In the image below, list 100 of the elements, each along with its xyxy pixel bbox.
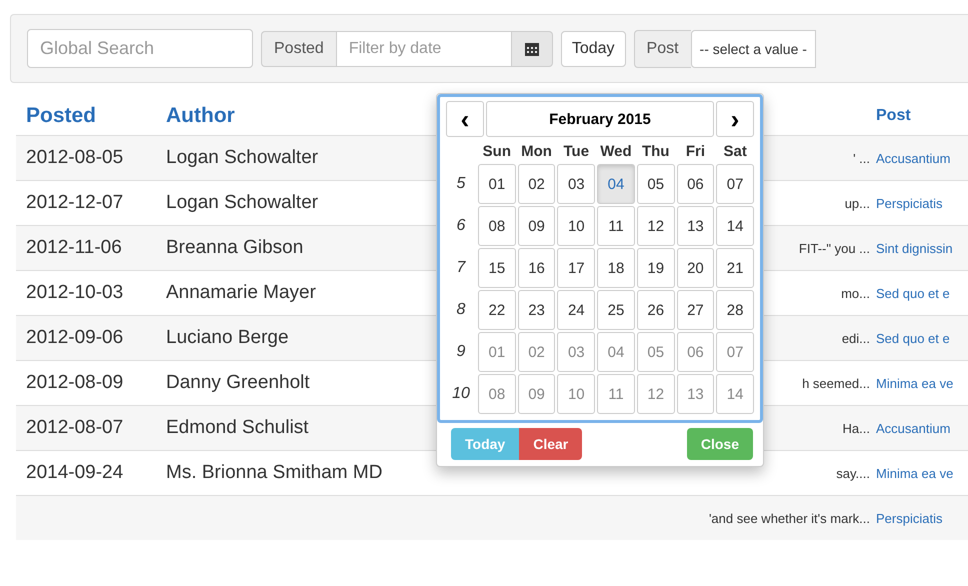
day-button[interactable]: 06 (676, 164, 714, 204)
day-button[interactable]: 04 (597, 164, 635, 204)
day-button[interactable]: 03 (557, 164, 596, 204)
day-button[interactable]: 19 (636, 248, 675, 288)
day-button[interactable]: 11 (597, 374, 635, 414)
day-button[interactable]: 09 (518, 374, 556, 414)
calendar-icon (524, 40, 540, 56)
column-header[interactable]: Author (166, 104, 426, 128)
post-link[interactable]: Sed quo et e (876, 330, 950, 346)
day-button[interactable]: 11 (597, 206, 635, 246)
weekday-label: Wed (599, 142, 633, 162)
table-cell: say.... (836, 466, 870, 480)
day-button[interactable]: 25 (597, 290, 635, 330)
post-link[interactable]: Minima ea ve (876, 376, 954, 390)
table-cell: 2012-08-09 (26, 372, 124, 393)
day-button[interactable]: 14 (716, 374, 754, 414)
day-button[interactable]: 01 (478, 164, 516, 204)
day-button[interactable]: 08 (478, 374, 516, 414)
day-button[interactable]: 09 (518, 206, 556, 246)
week-number: 10 (451, 384, 471, 404)
weekday-label: Thu (640, 142, 670, 162)
table-cell: FIT--" you ... (798, 240, 870, 256)
table-cell: Annamarie Mayer (166, 282, 316, 303)
day-button[interactable]: 10 (557, 374, 596, 414)
day-button[interactable]: 12 (636, 374, 675, 414)
table-cell: 2012-08-05 (26, 147, 124, 168)
day-button[interactable]: 08 (478, 206, 516, 246)
column-header[interactable]: Posted (16, 104, 166, 128)
day-button[interactable]: 24 (557, 290, 596, 330)
filter-label: Post (634, 30, 691, 68)
weekday-label: Mon (520, 142, 553, 162)
day-button[interactable]: 13 (676, 206, 714, 246)
day-button[interactable]: 05 (636, 332, 675, 372)
post-link[interactable]: Minima ea ve (876, 466, 954, 480)
previous-month-button[interactable]: ‹ (446, 101, 484, 137)
weekday-label: Sat (722, 142, 748, 162)
day-button[interactable]: 22 (478, 290, 516, 330)
table-cell: Luciano Berge (166, 327, 289, 348)
weekday-label: Tue (562, 142, 590, 162)
post-link[interactable]: Perspiciatis (876, 510, 942, 526)
post-link[interactable]: Sint dignissin (876, 240, 953, 256)
table-cell: 2012-08-07 (26, 417, 124, 438)
post-link[interactable]: Accusantium (876, 150, 950, 166)
month-title-button[interactable]: February 2015 (486, 101, 714, 137)
table-cell: Danny Greenholt (166, 372, 310, 393)
filter-label: Posted (261, 30, 336, 66)
day-button[interactable]: 23 (518, 290, 556, 330)
today-button[interactable]: Today (560, 30, 626, 66)
day-button[interactable]: 18 (597, 248, 635, 288)
day-button[interactable]: 27 (676, 290, 714, 330)
week-number: 6 (456, 216, 466, 236)
post-select[interactable]: -- select a value - (690, 30, 816, 68)
table-cell: 'and see whether it's mark... (708, 510, 870, 526)
post-link[interactable]: Sed quo et e (876, 286, 950, 300)
table-cell: Logan Schowalter (166, 147, 318, 168)
table-cell: 2012-12-07 (26, 192, 124, 213)
day-button[interactable]: 14 (716, 206, 754, 246)
weekday-label: Sun (482, 142, 512, 162)
post-link[interactable]: Perspiciatis (876, 196, 942, 210)
day-button[interactable]: 01 (478, 332, 516, 372)
search-field[interactable]: Global Search (27, 29, 253, 68)
day-button[interactable]: 12 (636, 206, 675, 246)
day-button[interactable]: 26 (636, 290, 675, 330)
day-button[interactable]: 28 (716, 290, 754, 330)
table-cell: 2012-09-06 (26, 327, 124, 348)
date-field[interactable]: Filter by date (336, 30, 512, 66)
post-link[interactable]: Accusantium (876, 420, 950, 436)
day-button[interactable]: 17 (557, 248, 596, 288)
column-header[interactable]: Post (876, 107, 968, 125)
day-button[interactable]: 13 (676, 374, 714, 414)
table-cell: Ha... (842, 420, 870, 436)
day-button[interactable]: 04 (597, 332, 635, 372)
table-cell: up... (844, 196, 870, 210)
next-month-button[interactable]: › (716, 101, 754, 137)
day-button[interactable]: 15 (478, 248, 516, 288)
table-cell: Edmond Schulist (166, 417, 309, 438)
table-cell: 2014-09-24 (26, 462, 124, 483)
day-button[interactable]: 20 (676, 248, 714, 288)
day-button[interactable]: 16 (518, 248, 556, 288)
table-cell: 2012-10-03 (26, 282, 124, 303)
day-button[interactable]: 10 (557, 206, 596, 246)
day-button[interactable]: 21 (716, 248, 754, 288)
week-number: 7 (456, 258, 467, 278)
week-number: 5 (456, 174, 466, 194)
day-button[interactable]: 05 (636, 164, 675, 204)
week-number: 9 (456, 342, 466, 362)
table-cell: edi... (842, 330, 870, 346)
week-number: 8 (456, 300, 466, 320)
calendar-button[interactable] (512, 30, 553, 66)
day-button[interactable]: 07 (716, 164, 754, 204)
table-cell: Ms. Brionna Smitham MD (166, 462, 382, 483)
day-button[interactable]: 03 (557, 332, 596, 372)
table-cell: mo... (841, 286, 870, 300)
table-cell: Breanna Gibson (166, 237, 304, 258)
day-button[interactable]: 02 (518, 164, 556, 204)
clear-button[interactable]: Clear (519, 428, 582, 460)
table-cell: 2012-11-06 (26, 237, 122, 258)
day-button[interactable]: 06 (676, 332, 714, 372)
day-button[interactable]: 02 (518, 332, 556, 372)
day-button[interactable]: 07 (716, 332, 754, 372)
